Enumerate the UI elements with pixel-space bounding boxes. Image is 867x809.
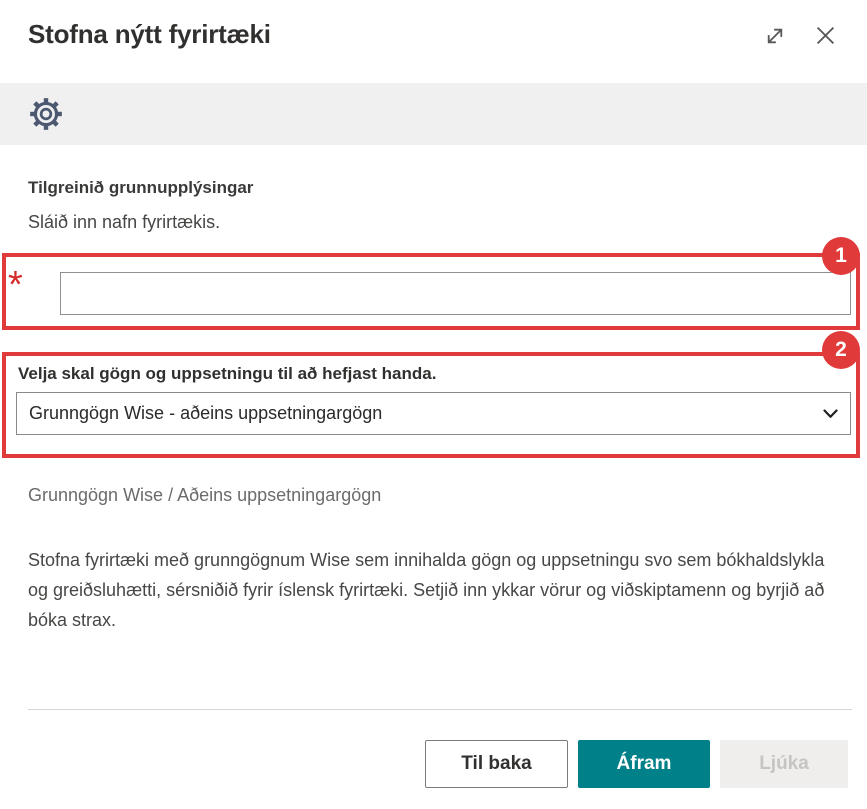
company-name-input[interactable] — [60, 272, 851, 315]
footer-divider — [28, 709, 852, 710]
package-description: Stofna fyrirtæki með grunngögnum Wise se… — [28, 545, 840, 635]
required-asterisk: * — [8, 266, 23, 304]
chevron-down-icon — [823, 409, 838, 419]
page-title: Stofna nýtt fyrirtæki — [28, 19, 271, 50]
annotation-box-2: Velja skal gögn og uppsetningu til að he… — [2, 352, 860, 458]
next-button[interactable]: Áfram — [578, 740, 710, 788]
expand-icon[interactable] — [761, 22, 788, 49]
annotation-badge-1: 1 — [822, 237, 860, 275]
data-select-label: Velja skal gögn og uppsetningu til að he… — [18, 364, 436, 384]
create-company-dialog: Stofna nýtt fyrirtæki — [0, 0, 867, 809]
package-subtitle: Grunngögn Wise / Aðeins uppsetningargögn — [28, 485, 381, 506]
finish-button[interactable]: Ljúka — [720, 740, 848, 788]
back-button[interactable]: Til baka — [425, 740, 568, 788]
settings-gear-icon[interactable] — [26, 94, 66, 134]
section-heading: Tilgreinið grunnupplýsingar — [28, 178, 253, 198]
instruction-text: Sláið inn nafn fyrirtækis. — [28, 212, 220, 233]
annotation-badge-2: 2 — [822, 331, 860, 369]
window-controls — [761, 22, 839, 49]
close-icon[interactable] — [812, 22, 839, 49]
data-package-selected-value: Grunngögn Wise - aðeins uppsetningargögn — [29, 403, 823, 424]
data-package-select[interactable]: Grunngögn Wise - aðeins uppsetningargögn — [16, 392, 851, 435]
dialog-toolbar — [0, 83, 867, 145]
